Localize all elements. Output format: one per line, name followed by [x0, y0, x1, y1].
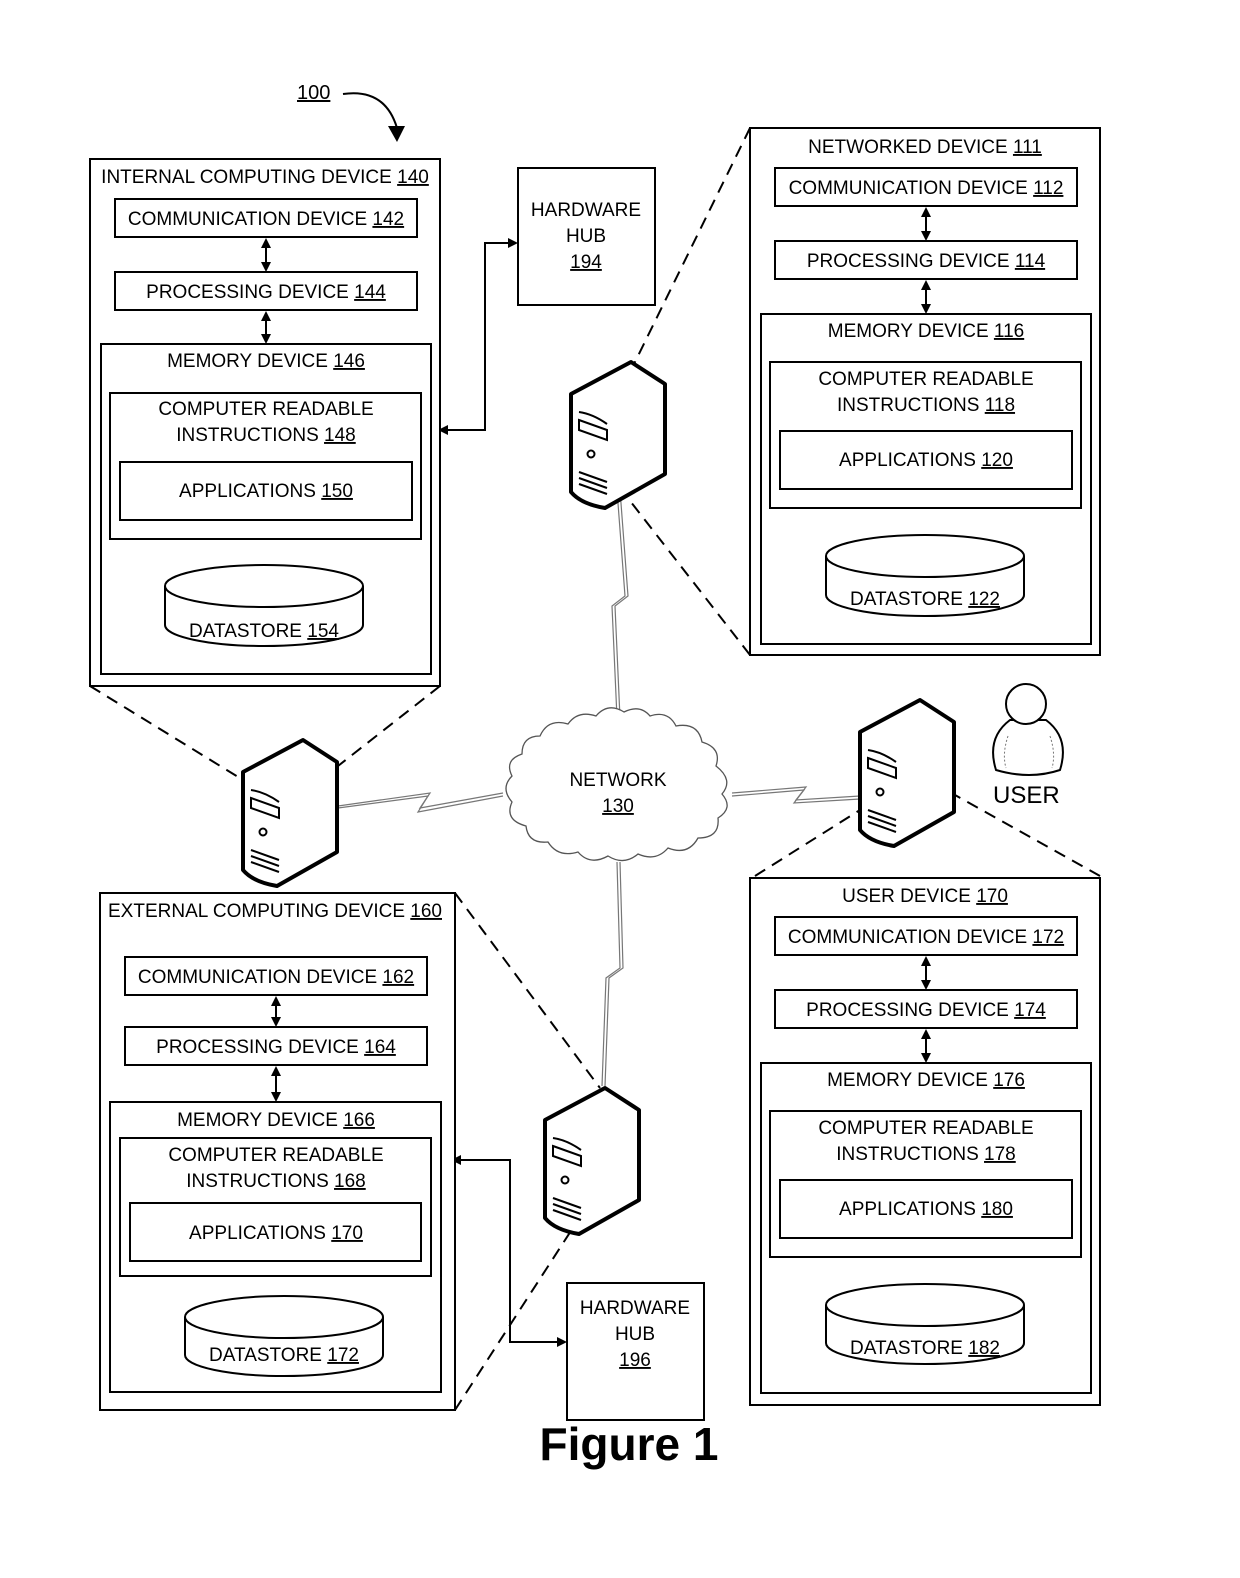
user-label: USER [993, 782, 1060, 809]
system-diagram: 100 NETWORK 130 USER HARDWARE HUB 194 HA… [89, 82, 1101, 1470]
instructions-line2: INSTRUCTIONS 178 [836, 1144, 1015, 1165]
datastore[interactable]: DATASTORE 122 [825, 534, 1025, 617]
user-device[interactable]: USER DEVICE 170 COMMUNICATION DEVICE 172… [749, 877, 1101, 1406]
processing-label: PROCESSING DEVICE 164 [156, 1037, 396, 1058]
user-icon [992, 683, 1064, 776]
hub-196-line2: HUB [615, 1324, 655, 1345]
memory-label: MEMORY DEVICE 176 [827, 1070, 1025, 1091]
datastore[interactable]: DATASTORE 182 [825, 1283, 1025, 1365]
communication-label: COMMUNICATION DEVICE 162 [138, 967, 414, 988]
instructions-line2: INSTRUCTIONS 118 [837, 395, 1015, 416]
applications-label: APPLICATIONS 180 [839, 1199, 1013, 1220]
instructions-line1: COMPUTER READABLE [168, 1145, 383, 1166]
processing-label: PROCESSING DEVICE 114 [807, 251, 1046, 272]
processing-label: PROCESSING DEVICE 144 [146, 282, 386, 303]
instructions-line2: INSTRUCTIONS 168 [186, 1171, 365, 1192]
instructions-line1: COMPUTER READABLE [818, 369, 1033, 390]
instructions-line1: COMPUTER READABLE [818, 1118, 1033, 1139]
datastore-label: DATASTORE 122 [850, 589, 1000, 610]
memory-label: MEMORY DEVICE 116 [828, 321, 1024, 342]
hub-194-ref: 194 [570, 252, 602, 273]
hardware-hub-196[interactable]: HARDWARE HUB 196 [566, 1282, 705, 1421]
reference-arrowhead [388, 126, 405, 142]
communication-label: COMMUNICATION DEVICE 112 [789, 178, 1064, 199]
networked-device[interactable]: NETWORKED DEVICE 111 COMMUNICATION DEVIC… [749, 127, 1101, 656]
hub-196-ref: 196 [619, 1350, 651, 1371]
datastore[interactable]: DATASTORE 172 [184, 1295, 384, 1377]
memory-label: MEMORY DEVICE 166 [177, 1110, 375, 1131]
instructions-line1: COMPUTER READABLE [158, 399, 373, 420]
external-server-icon[interactable] [543, 1086, 641, 1236]
communication-label: COMMUNICATION DEVICE 142 [128, 209, 404, 230]
network-cloud: NETWORK 130 [505, 707, 728, 862]
instructions-line2: INSTRUCTIONS 148 [176, 425, 355, 446]
datastore[interactable]: DATASTORE 154 [164, 564, 364, 647]
device-title: NETWORKED DEVICE 111 [808, 137, 1042, 158]
device-title: EXTERNAL COMPUTING DEVICE 160 [108, 901, 442, 922]
system-ref-label: 100 [297, 82, 330, 104]
datastore-label: DATASTORE 182 [850, 1338, 1000, 1359]
applications-label: APPLICATIONS 120 [839, 450, 1013, 471]
device-title: INTERNAL COMPUTING DEVICE 140 [101, 167, 429, 188]
figure-caption: Figure 1 [540, 1418, 719, 1470]
applications-label: APPLICATIONS 170 [189, 1223, 363, 1244]
user-server-icon[interactable] [858, 698, 956, 848]
datastore-label: DATASTORE 154 [189, 621, 339, 642]
hub-196-line1: HARDWARE [580, 1298, 690, 1319]
network-ref: 130 [602, 796, 634, 817]
applications-label: APPLICATIONS 150 [179, 481, 353, 502]
internal-computing-device[interactable]: INTERNAL COMPUTING DEVICE 140 COMMUNICAT… [89, 158, 441, 687]
processing-label: PROCESSING DEVICE 174 [806, 1000, 1046, 1021]
hardware-hub-194[interactable]: HARDWARE HUB 194 [517, 167, 656, 306]
system-reference: 100 [297, 82, 405, 142]
network-label: NETWORK [569, 770, 666, 791]
communication-label: COMMUNICATION DEVICE 172 [788, 927, 1064, 948]
internal-server-icon[interactable] [241, 738, 339, 888]
device-title: USER DEVICE 170 [842, 886, 1008, 907]
networked-server-icon[interactable] [569, 360, 667, 510]
memory-label: MEMORY DEVICE 146 [167, 351, 365, 372]
hub-194-connector [438, 238, 518, 435]
datastore-label: DATASTORE 172 [209, 1345, 359, 1366]
hub-194-line1: HARDWARE [531, 200, 641, 221]
external-computing-device[interactable]: EXTERNAL COMPUTING DEVICE 160 COMMUNICAT… [99, 892, 456, 1411]
hub-194-line2: HUB [566, 226, 606, 247]
reference-arrow [342, 92, 398, 129]
